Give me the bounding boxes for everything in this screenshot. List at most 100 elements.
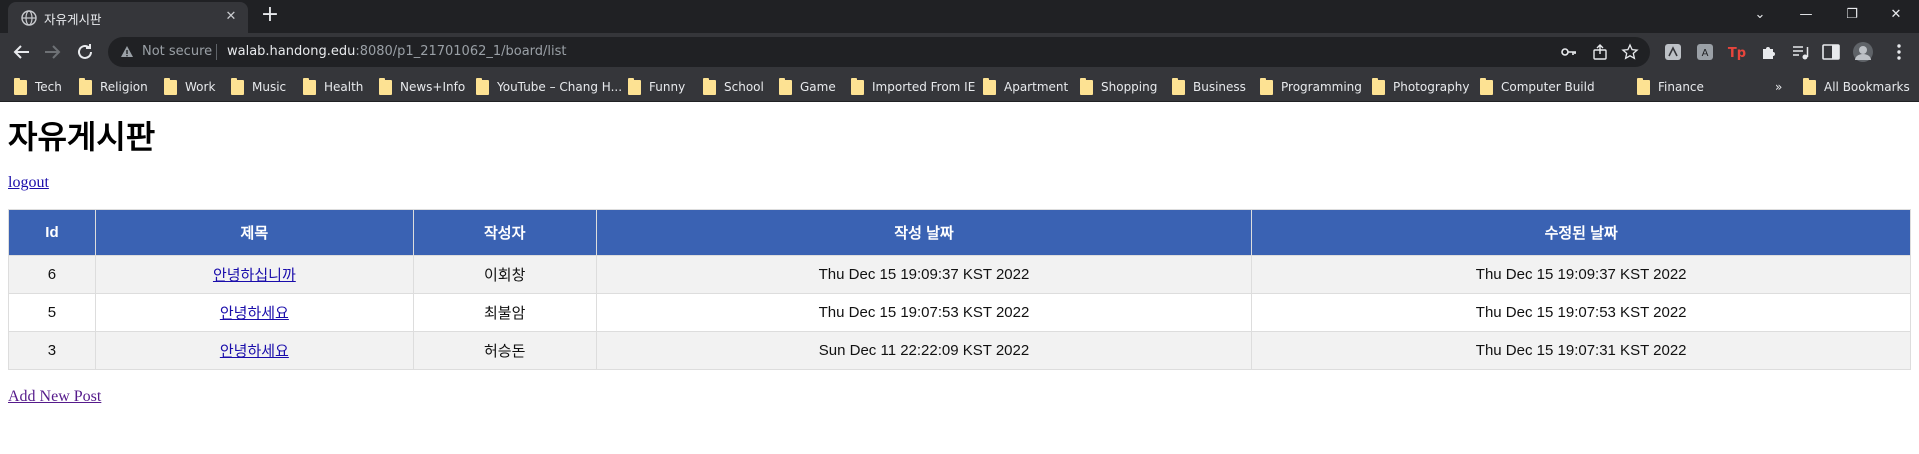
bookmark-folder[interactable]: News+Info (379, 77, 465, 96)
close-window-icon[interactable]: ✕ (1873, 0, 1919, 30)
cell-title: 안녕하십니까 (94, 255, 414, 294)
table-row: 5 안녕하세요 최불암 Thu Dec 15 19:07:53 KST 2022… (8, 293, 1911, 332)
new-tab-icon[interactable]: + (258, 4, 282, 28)
folder-icon (14, 77, 27, 95)
cell-author: 이회창 (412, 255, 597, 294)
bookmark-folder[interactable]: Funny (628, 77, 686, 96)
bookmark-folder[interactable]: YouTube – Chang H... (476, 77, 623, 96)
bookmark-folder[interactable]: Imported From IE (851, 77, 976, 96)
bookmark-folder[interactable]: Apartment (983, 77, 1069, 96)
add-new-post-link[interactable]: Add New Post (8, 388, 101, 406)
logout-link[interactable]: logout (8, 174, 49, 192)
cell-modified: Thu Dec 15 19:07:31 KST 2022 (1251, 331, 1911, 370)
puzzle-icon[interactable] (1758, 41, 1780, 63)
bookmark-label: Tech (35, 80, 62, 94)
bookmark-folder[interactable]: Finance (1637, 77, 1704, 96)
reload-icon[interactable] (73, 40, 97, 64)
avatar[interactable] (1852, 41, 1874, 63)
bookmark-label: Finance (1658, 80, 1704, 94)
folder-icon (476, 77, 489, 95)
svg-text:A: A (1702, 48, 1709, 59)
star-icon[interactable] (1621, 43, 1639, 61)
bookmark-folder[interactable]: Religion (79, 77, 148, 96)
bookmark-folder[interactable]: Music (231, 77, 286, 96)
cell-created: Sun Dec 11 22:22:09 KST 2022 (595, 331, 1253, 370)
folder-icon (379, 77, 392, 95)
bookmark-label: Programming (1281, 80, 1362, 94)
extension-icon[interactable]: Tp (1726, 41, 1748, 63)
minimize-icon[interactable]: — (1783, 0, 1829, 30)
bookmark-label: Shopping (1101, 80, 1158, 94)
restore-icon[interactable]: ❐ (1829, 0, 1875, 30)
url-path: :8080/p1_21701062_1/board/list (355, 44, 567, 59)
column-header-id: Id (8, 209, 96, 256)
not-secure-label[interactable]: Not secure (142, 44, 212, 59)
more-bookmarks-button[interactable]: » (1775, 78, 1782, 96)
extension-icon[interactable]: A (1694, 41, 1716, 63)
close-tab-icon[interactable]: ✕ (222, 8, 240, 26)
table-row: 6 안녕하십니까 이회창 Thu Dec 15 19:09:37 KST 202… (8, 255, 1911, 294)
bookmark-label: Health (324, 80, 364, 94)
folder-icon (1480, 77, 1493, 95)
folder-icon (628, 77, 641, 95)
tab-title: 자유게시판 (44, 12, 102, 27)
cell-id: 3 (8, 331, 96, 370)
warning-icon[interactable] (120, 45, 134, 59)
media-control-icon[interactable] (1789, 41, 1811, 63)
bookmark-folder[interactable]: Business (1172, 77, 1246, 96)
board-table: Id 제목 작성자 작성 날짜 수정된 날짜 6 안녕하십니까 이회창 Thu … (8, 209, 1911, 370)
browser-tab[interactable]: 자유게시판 ✕ (8, 2, 248, 33)
bookmark-label: Imported From IE (872, 80, 976, 94)
bookmark-label: School (724, 80, 764, 94)
globe-icon (21, 10, 37, 26)
bookmark-label: Work (185, 80, 216, 94)
bookmark-label: Photography (1393, 80, 1470, 94)
folder-icon (303, 77, 316, 95)
forward-icon[interactable] (40, 40, 64, 64)
bookmark-label: Game (800, 80, 836, 94)
cell-modified: Thu Dec 15 19:09:37 KST 2022 (1251, 255, 1911, 294)
folder-icon (1372, 77, 1385, 95)
column-header-author: 작성자 (412, 209, 597, 256)
post-title-link[interactable]: 안녕하세요 (220, 343, 289, 360)
url-divider (216, 44, 217, 60)
folder-icon (1080, 77, 1093, 95)
back-icon[interactable] (10, 40, 34, 64)
post-title-link[interactable]: 안녕하세요 (220, 305, 289, 322)
cell-title: 안녕하세요 (94, 331, 414, 370)
extension-icon[interactable] (1662, 41, 1684, 63)
bookmark-folder[interactable]: Programming (1260, 77, 1362, 96)
folder-icon (231, 77, 244, 95)
bookmark-folder[interactable]: Health (303, 77, 364, 96)
table-header-row: Id 제목 작성자 작성 날짜 수정된 날짜 (8, 209, 1911, 256)
bookmark-folder[interactable]: School (703, 77, 764, 96)
folder-icon (779, 77, 792, 95)
address-bar[interactable]: Not secure walab.handong.edu:8080/p1_217… (108, 37, 1650, 67)
bookmark-label: YouTube – Chang H... (497, 80, 623, 94)
side-panel-icon[interactable] (1820, 41, 1842, 63)
menu-icon[interactable] (1888, 41, 1910, 63)
key-icon[interactable] (1560, 43, 1578, 61)
cell-author: 최불암 (412, 293, 597, 332)
folder-icon (983, 77, 996, 95)
bookmark-folder[interactable]: Work (164, 77, 216, 96)
all-bookmarks-button[interactable]: All Bookmarks (1803, 77, 1910, 96)
post-title-link[interactable]: 안녕하십니까 (213, 267, 296, 284)
tab-search-icon[interactable]: ⌄ (1737, 0, 1783, 30)
bookmark-folder[interactable]: Computer Build (1480, 77, 1595, 96)
bookmark-folder[interactable]: Shopping (1080, 77, 1158, 96)
cell-author: 허승돈 (412, 331, 597, 370)
share-icon[interactable] (1591, 43, 1609, 61)
bookmark-folder[interactable]: Game (779, 77, 836, 96)
cell-created: Thu Dec 15 19:09:37 KST 2022 (595, 255, 1253, 294)
url-host: walab.handong.edu (227, 44, 356, 59)
bookmark-label: Religion (100, 80, 148, 94)
bookmarks-bar: Tech Religion Work Music Health News+Inf… (0, 71, 1919, 102)
url-text[interactable]: walab.handong.edu:8080/p1_21701062_1/boa… (227, 44, 567, 59)
bookmark-label: Apartment (1004, 80, 1069, 94)
svg-text:Tp: Tp (1728, 46, 1746, 61)
folder-icon (79, 77, 92, 95)
bookmark-folder[interactable]: Photography (1372, 77, 1470, 96)
bookmark-folder[interactable]: Tech (14, 77, 62, 96)
bookmark-label: Funny (649, 80, 686, 94)
